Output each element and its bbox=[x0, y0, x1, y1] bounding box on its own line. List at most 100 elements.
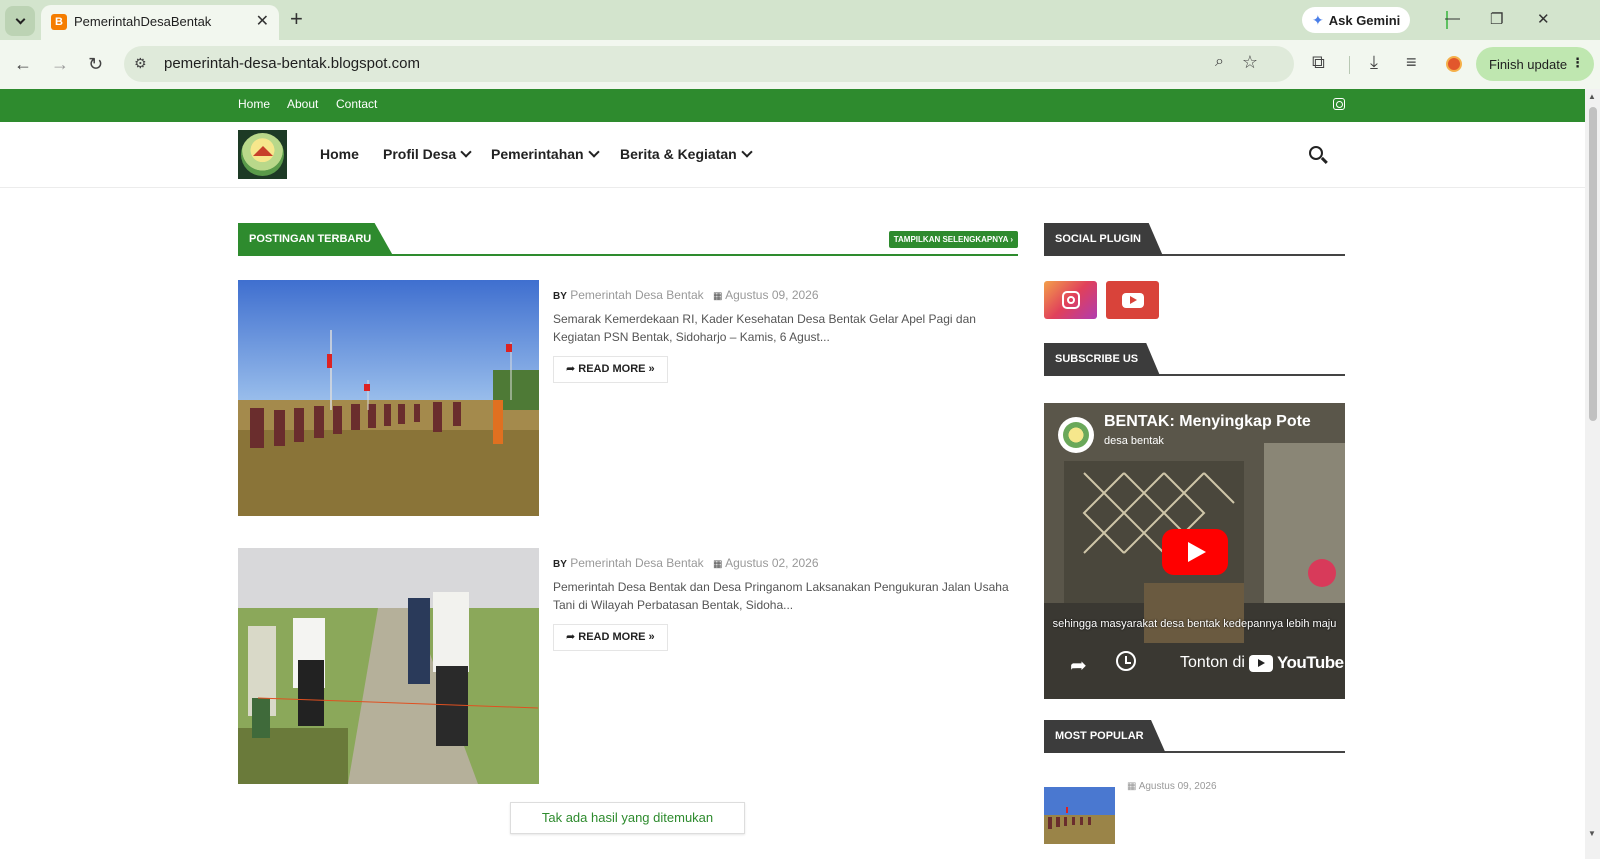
page-scrollbar[interactable]: ▲ ▼ bbox=[1585, 89, 1600, 859]
play-button-icon[interactable] bbox=[1162, 529, 1228, 575]
read-more-label: READ MORE » bbox=[578, 363, 655, 375]
chevron-down-icon bbox=[587, 146, 600, 158]
bookmark-star-icon[interactable]: ☆ bbox=[1242, 52, 1258, 73]
calendar-icon: ▦ bbox=[713, 559, 723, 570]
close-window-icon[interactable]: ✕ bbox=[1537, 10, 1550, 28]
youtube-logo-icon bbox=[1248, 654, 1273, 672]
youtube-icon bbox=[1121, 292, 1144, 308]
nav-label: Pemerintahan bbox=[491, 146, 584, 162]
address-bar[interactable]: ⚙ pemerintah-desa-bentak.blogspot.com ⌕ … bbox=[124, 46, 1294, 82]
minimize-icon[interactable]: — bbox=[1445, 10, 1460, 27]
reload-icon[interactable]: ↻ bbox=[88, 53, 103, 75]
chevron-down-icon bbox=[15, 14, 25, 24]
channel-avatar[interactable] bbox=[1058, 417, 1094, 453]
post-thumbnail[interactable] bbox=[238, 548, 539, 784]
scrollbar-thumb[interactable] bbox=[1589, 107, 1597, 421]
divider bbox=[1349, 56, 1350, 74]
instagram-button[interactable] bbox=[1044, 281, 1097, 319]
scroll-down-icon[interactable]: ▼ bbox=[1588, 829, 1596, 838]
read-more-button[interactable]: ➦ READ MORE » bbox=[553, 356, 668, 383]
url-text[interactable]: pemerintah-desa-bentak.blogspot.com bbox=[164, 55, 420, 72]
post-author[interactable]: Pemerintah Desa Bentak bbox=[570, 556, 703, 570]
topbar-link-contact[interactable]: Contact bbox=[336, 97, 377, 111]
post-meta: BY Pemerintah Desa Bentak ▦ Agustus 09, … bbox=[553, 288, 819, 302]
flag-ceremony-photo bbox=[238, 280, 539, 516]
nav-item-berita-kegiatan[interactable]: Berita & Kegiatan bbox=[620, 146, 753, 162]
topbar-link-about[interactable]: About bbox=[287, 97, 318, 111]
tab-strip: B PemerintahDesaBentak ✕ + ✦ Ask Gemini … bbox=[0, 0, 1600, 40]
video-caption: sehingga masyarakat desa bentak kedepann… bbox=[1052, 618, 1337, 630]
read-more-label: READ MORE » bbox=[578, 631, 655, 643]
youtube-wordmark: YouTube bbox=[1276, 653, 1344, 672]
by-label: BY bbox=[553, 291, 567, 302]
post-card: BY Pemerintah Desa Bentak ▦ Agustus 09, … bbox=[238, 280, 1018, 516]
read-more-button[interactable]: ➦ READ MORE » bbox=[553, 624, 668, 651]
finish-update-button[interactable]: Finish update ⋮ bbox=[1476, 47, 1594, 81]
field-measurement-photo bbox=[238, 548, 539, 784]
no-results-message: Tak ada hasil yang ditemukan bbox=[510, 802, 745, 834]
tab-search-button[interactable] bbox=[5, 6, 35, 36]
media-queue-icon[interactable]: ≡ bbox=[1406, 52, 1417, 73]
tab-title: PemerintahDesaBentak bbox=[74, 14, 212, 29]
watch-on-youtube-link[interactable]: Tonton di YouTube bbox=[1180, 653, 1344, 673]
instagram-icon[interactable] bbox=[1333, 98, 1345, 110]
nav-item-profil-desa[interactable]: Profil Desa bbox=[383, 146, 472, 162]
download-icon[interactable]: ⤓ bbox=[1370, 52, 1378, 73]
post-meta: BY Pemerintah Desa Bentak ▦ Agustus 02, … bbox=[553, 556, 819, 570]
calendar-icon: ▦ bbox=[713, 291, 723, 302]
section-title: SUBSCRIBE US bbox=[1044, 343, 1161, 376]
ask-gemini-label: Ask Gemini bbox=[1328, 12, 1401, 28]
nav-item-pemerintahan[interactable]: Pemerintahan bbox=[491, 146, 600, 162]
main-navigation: Home Profil Desa Pemerintahan Berita & K… bbox=[0, 122, 1585, 188]
share-icon[interactable]: ➦ bbox=[1070, 653, 1087, 678]
video-channel[interactable]: desa bentak bbox=[1104, 435, 1164, 447]
video-title[interactable]: BENTAK: Menyingkap Pote bbox=[1104, 413, 1311, 431]
browser-toolbar: ← → ↻ ⚙ pemerintah-desa-bentak.blogspot.… bbox=[0, 40, 1600, 89]
post-date: Agustus 09, 2026 bbox=[725, 288, 819, 302]
gemini-sparkle-icon: ✦ bbox=[1312, 11, 1324, 28]
post-excerpt: Semarak Kemerdekaan RI, Kader Kesehatan … bbox=[553, 312, 976, 344]
forward-arrow-icon[interactable]: → bbox=[51, 53, 69, 75]
popular-post-thumbnail[interactable] bbox=[1044, 787, 1115, 844]
post-author[interactable]: Pemerintah Desa Bentak bbox=[570, 288, 703, 302]
more-vert-icon: ⋮ bbox=[1571, 55, 1584, 70]
date-text: Agustus 09, 2026 bbox=[1138, 781, 1217, 792]
zoom-icon[interactable]: ⌕ bbox=[1215, 53, 1224, 71]
scroll-up-icon[interactable]: ▲ bbox=[1588, 92, 1596, 101]
nav-label: Berita & Kegiatan bbox=[620, 146, 737, 162]
site-topbar: Home About Contact bbox=[0, 89, 1585, 122]
restore-icon[interactable]: ❐ bbox=[1490, 10, 1503, 28]
section-title: POSTINGAN TERBARU bbox=[238, 223, 394, 256]
watch-later-icon[interactable] bbox=[1116, 651, 1136, 671]
browser-tab[interactable]: B PemerintahDesaBentak ✕ bbox=[41, 5, 279, 40]
youtube-embed[interactable]: BENTAK: Menyingkap Pote desa bentak sehi… bbox=[1044, 403, 1345, 699]
nav-label: Profil Desa bbox=[383, 146, 457, 162]
post-thumbnail[interactable] bbox=[238, 280, 539, 516]
profile-avatar-icon[interactable] bbox=[1446, 56, 1462, 72]
show-more-button[interactable]: TAMPILKAN SELENGKAPNYA › bbox=[888, 231, 1018, 248]
search-icon[interactable] bbox=[1309, 146, 1323, 160]
topbar-link-home[interactable]: Home bbox=[238, 97, 270, 111]
close-tab-icon[interactable]: ✕ bbox=[256, 11, 269, 31]
post-date: Agustus 02, 2026 bbox=[725, 556, 819, 570]
youtube-button[interactable] bbox=[1106, 281, 1159, 319]
ask-gemini-button[interactable]: ✦ Ask Gemini bbox=[1302, 7, 1411, 33]
most-popular-header: MOST POPULAR bbox=[1044, 720, 1345, 753]
nav-item-home[interactable]: Home bbox=[320, 146, 359, 162]
by-label: BY bbox=[553, 559, 567, 570]
chevron-down-icon bbox=[460, 146, 472, 158]
subscribe-header: SUBSCRIBE US bbox=[1044, 343, 1345, 376]
extensions-icon[interactable]: ⧉ bbox=[1312, 52, 1325, 73]
site-logo[interactable] bbox=[238, 130, 287, 179]
popular-post-date: ▦ Agustus 09, 2026 bbox=[1127, 781, 1217, 792]
chevron-down-icon bbox=[741, 146, 753, 158]
section-title: SOCIAL PLUGIN bbox=[1044, 223, 1163, 256]
village-emblem-icon bbox=[241, 133, 284, 176]
share-icon: ➦ bbox=[566, 363, 579, 375]
new-tab-button[interactable]: + bbox=[290, 8, 303, 30]
social-plugin-header: SOCIAL PLUGIN bbox=[1044, 223, 1345, 256]
post-card: BY Pemerintah Desa Bentak ▦ Agustus 02, … bbox=[238, 548, 1018, 784]
posts-section-header: POSTINGAN TERBARU TAMPILKAN SELENGKAPNYA… bbox=[238, 223, 1018, 256]
back-arrow-icon[interactable]: ← bbox=[14, 53, 32, 75]
site-settings-icon[interactable]: ⚙ bbox=[134, 55, 147, 72]
